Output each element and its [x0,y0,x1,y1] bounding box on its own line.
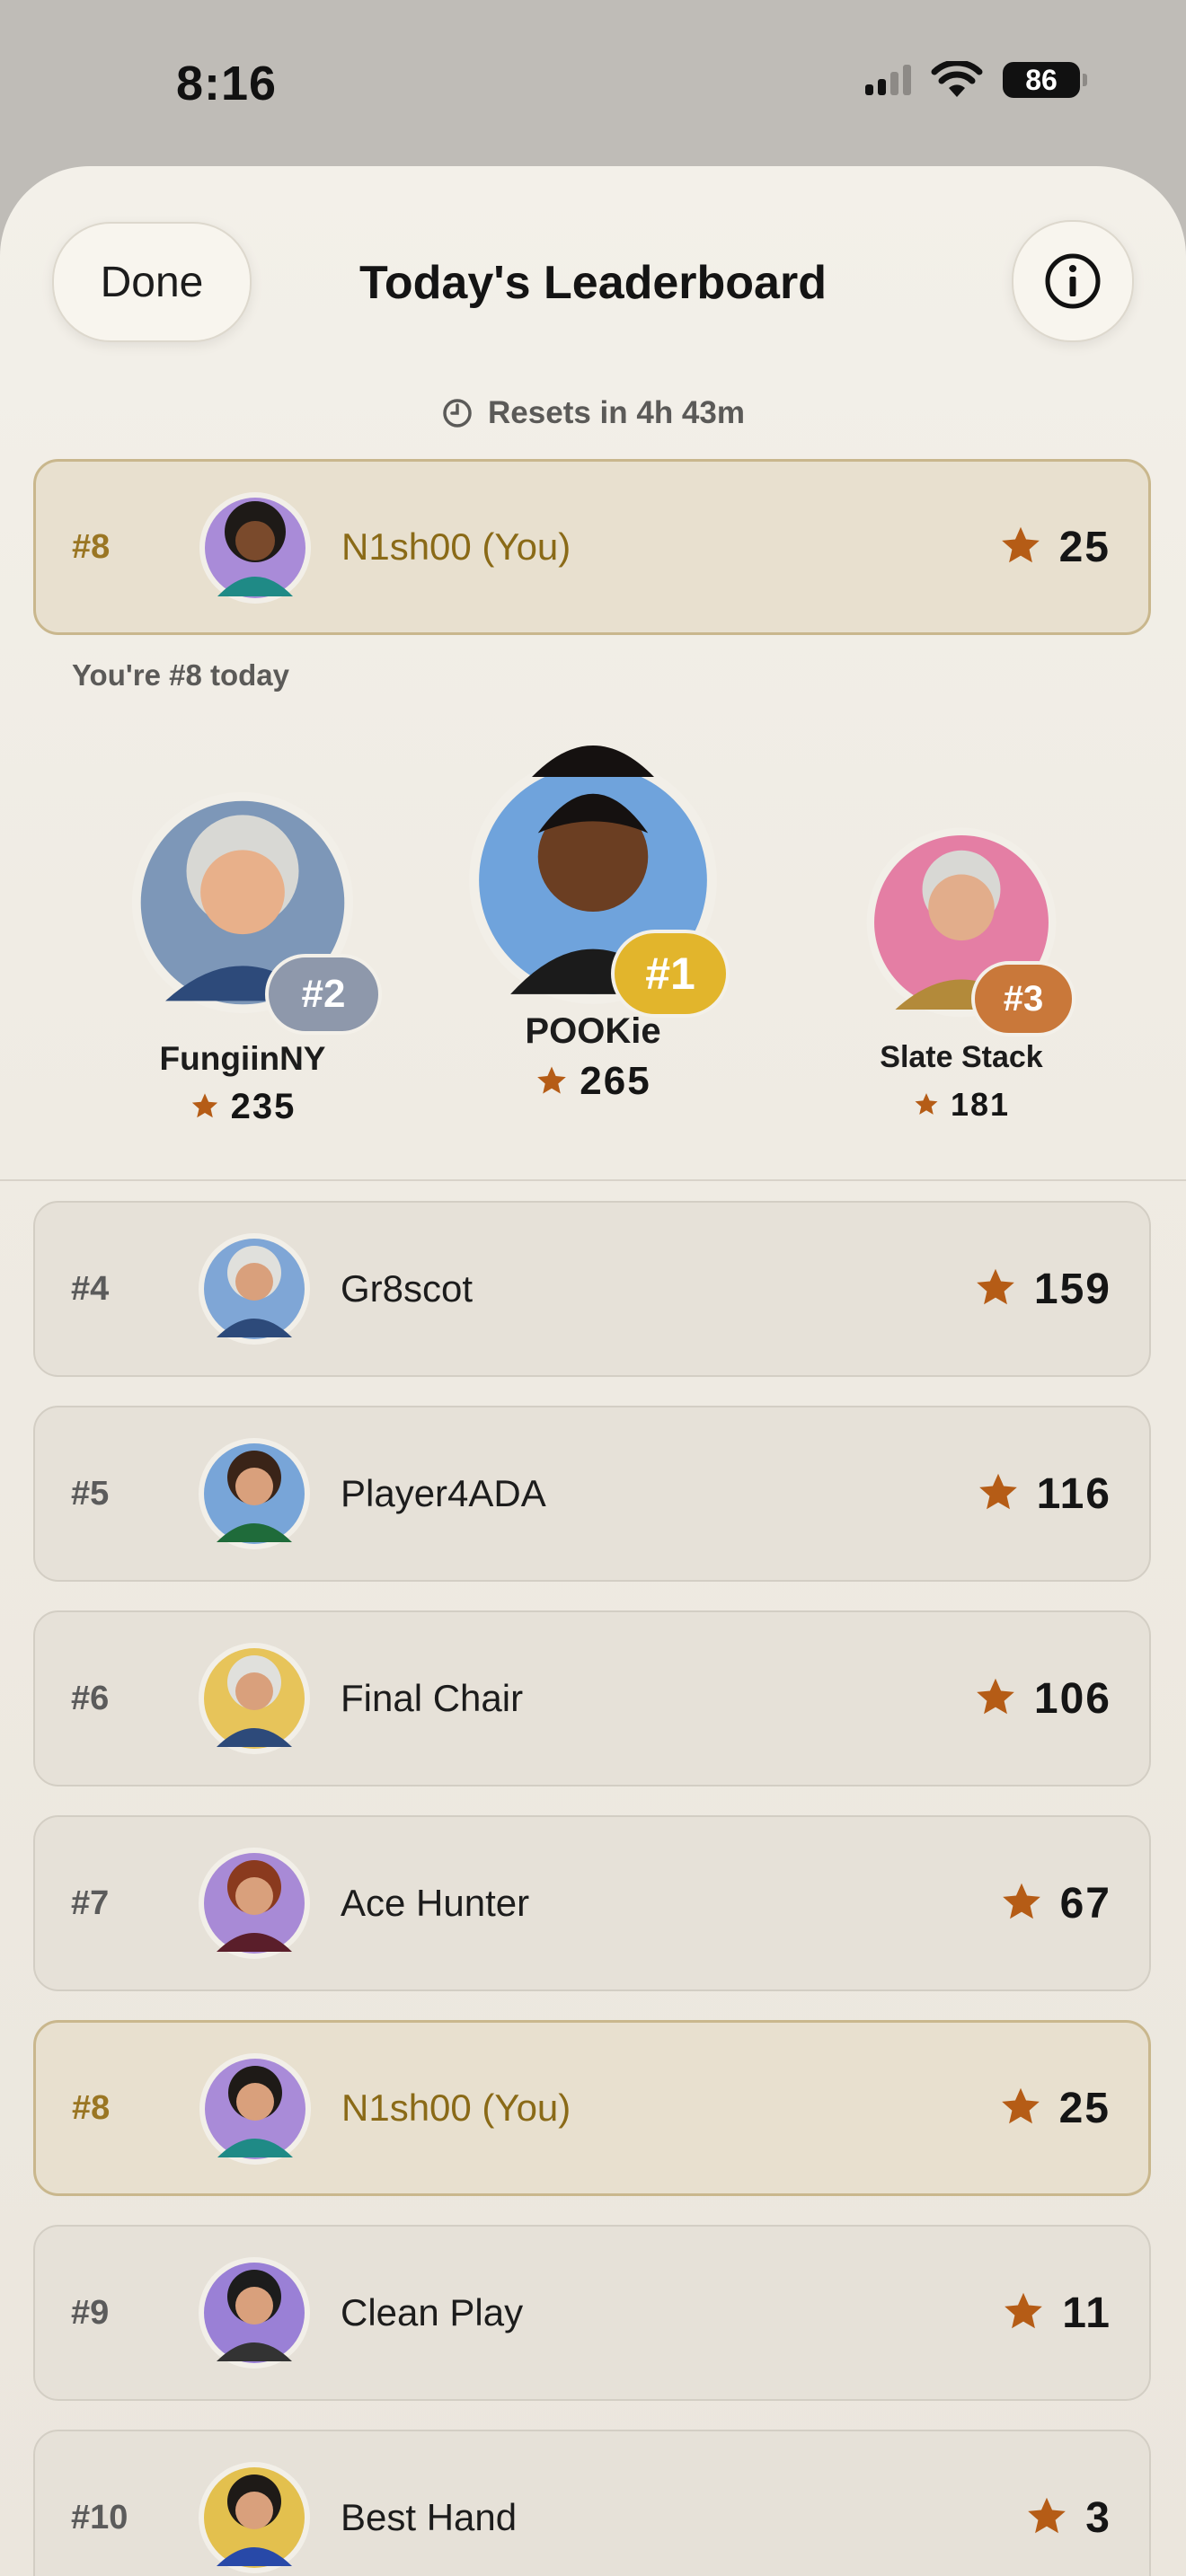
player-name: N1sh00 (You) [341,2086,571,2129]
star-icon [1002,1883,1040,1919]
avatar [197,1846,312,1961]
podium-third[interactable]: #3 Slate Stack 181 [845,826,1078,1124]
divider [0,1179,1186,1181]
rank-label: #9 [71,2293,110,2332]
star-icon [915,1092,938,1115]
player-name: Final Chair [341,1677,524,1719]
star-icon [537,1066,567,1094]
page-title: Today's Leaderboard [359,257,827,309]
star-icon [977,1678,1014,1715]
score: 265 [467,1059,719,1104]
podium-second[interactable]: #2 FungiinNY 235 [126,790,382,1127]
status-bar: 8:16 86 [0,0,1186,171]
score: 106 [973,1612,1111,1785]
player-name: N1sh00 (You) [341,525,571,568]
battery-icon: 86 [1003,62,1087,98]
rank-label: #7 [71,1883,110,1922]
podium-first[interactable]: #1 POOKie 265 [467,723,730,1104]
leaderboard-row[interactable]: #7 Ace Hunter 67 [33,1815,1151,1991]
avatar [197,1231,312,1346]
leaderboard-sheet: Done Today's Leaderboard Resets in 4h 43… [0,166,1186,2576]
leaderboard-row[interactable]: #9 Clean Play 11 [33,2225,1151,2401]
cellular-signal-icon [865,65,911,95]
star-icon [1005,2292,1043,2329]
rank-badge: #3 [971,961,1075,1037]
status-icons: 86 [865,61,1087,99]
leaderboard-row[interactable]: #6 Final Chair 106 [33,1610,1151,1786]
avatar [198,2051,313,2166]
wifi-icon [931,61,983,97]
player-name: Slate Stack [880,1040,1043,1074]
rank-badge: #2 [265,954,382,1035]
score: 11 [1001,2227,1111,2399]
avatar: #2 [130,790,382,1035]
avatar: #1 [467,723,730,1018]
star-icon [191,1093,217,1118]
score: 67 [999,1817,1111,1989]
score: 116 [976,1407,1111,1580]
rank-badge: #1 [611,930,730,1018]
star-icon [978,1473,1017,1510]
avatar [198,490,313,605]
leaderboard-row[interactable]: #4 Gr8scot 159 [33,1201,1151,1377]
leaderboard-row[interactable]: #5 Player4ADA 116 [33,1406,1151,1582]
star-icon [1001,526,1040,563]
star-icon [1028,2497,1067,2534]
avatar [197,2460,312,2575]
star-icon [977,1268,1014,1305]
avatar [197,1436,312,1551]
rank-note: You're #8 today [72,658,289,692]
rank-label: #4 [71,1269,110,1308]
leaderboard-row[interactable]: #10 Best Hand 3 [33,2430,1151,2576]
player-name: Best Hand [341,2496,518,2538]
rank-label: #8 [72,2088,111,2127]
score: 159 [973,1203,1111,1375]
current-user-row[interactable]: #8 N1sh00 (You) 25 [33,459,1151,635]
score: 181 [845,1086,1078,1124]
avatar: #3 [865,826,1075,1037]
leaderboard-row-you[interactable]: #8 N1sh00 (You) 25 [33,2020,1151,2196]
score: 235 [126,1087,359,1127]
rank-label: #5 [71,1474,110,1513]
reset-text: Resets in 4h 43m [488,395,745,430]
player-name: Clean Play [341,2291,524,2333]
status-time: 8:16 [176,57,278,110]
star-icon [1001,2087,1040,2124]
score: 25 [998,2023,1111,2193]
rank-label: #6 [71,1679,110,1717]
info-icon [1045,253,1101,309]
score: 3 [1024,2431,1111,2576]
reset-timer: Resets in 4h 43m [0,395,1186,431]
clock-icon [443,399,472,428]
player-name: FungiinNY [159,1040,326,1077]
score: 25 [998,462,1111,632]
player-name: Ace Hunter [341,1882,530,1924]
player-name: Gr8scot [341,1267,474,1310]
rank-label: #8 [72,527,111,566]
avatar [197,2255,312,2370]
avatar [197,1641,312,1756]
rank-label: #10 [71,2498,128,2536]
info-button[interactable] [1012,220,1134,342]
player-name: Player4ADA [341,1472,546,1514]
